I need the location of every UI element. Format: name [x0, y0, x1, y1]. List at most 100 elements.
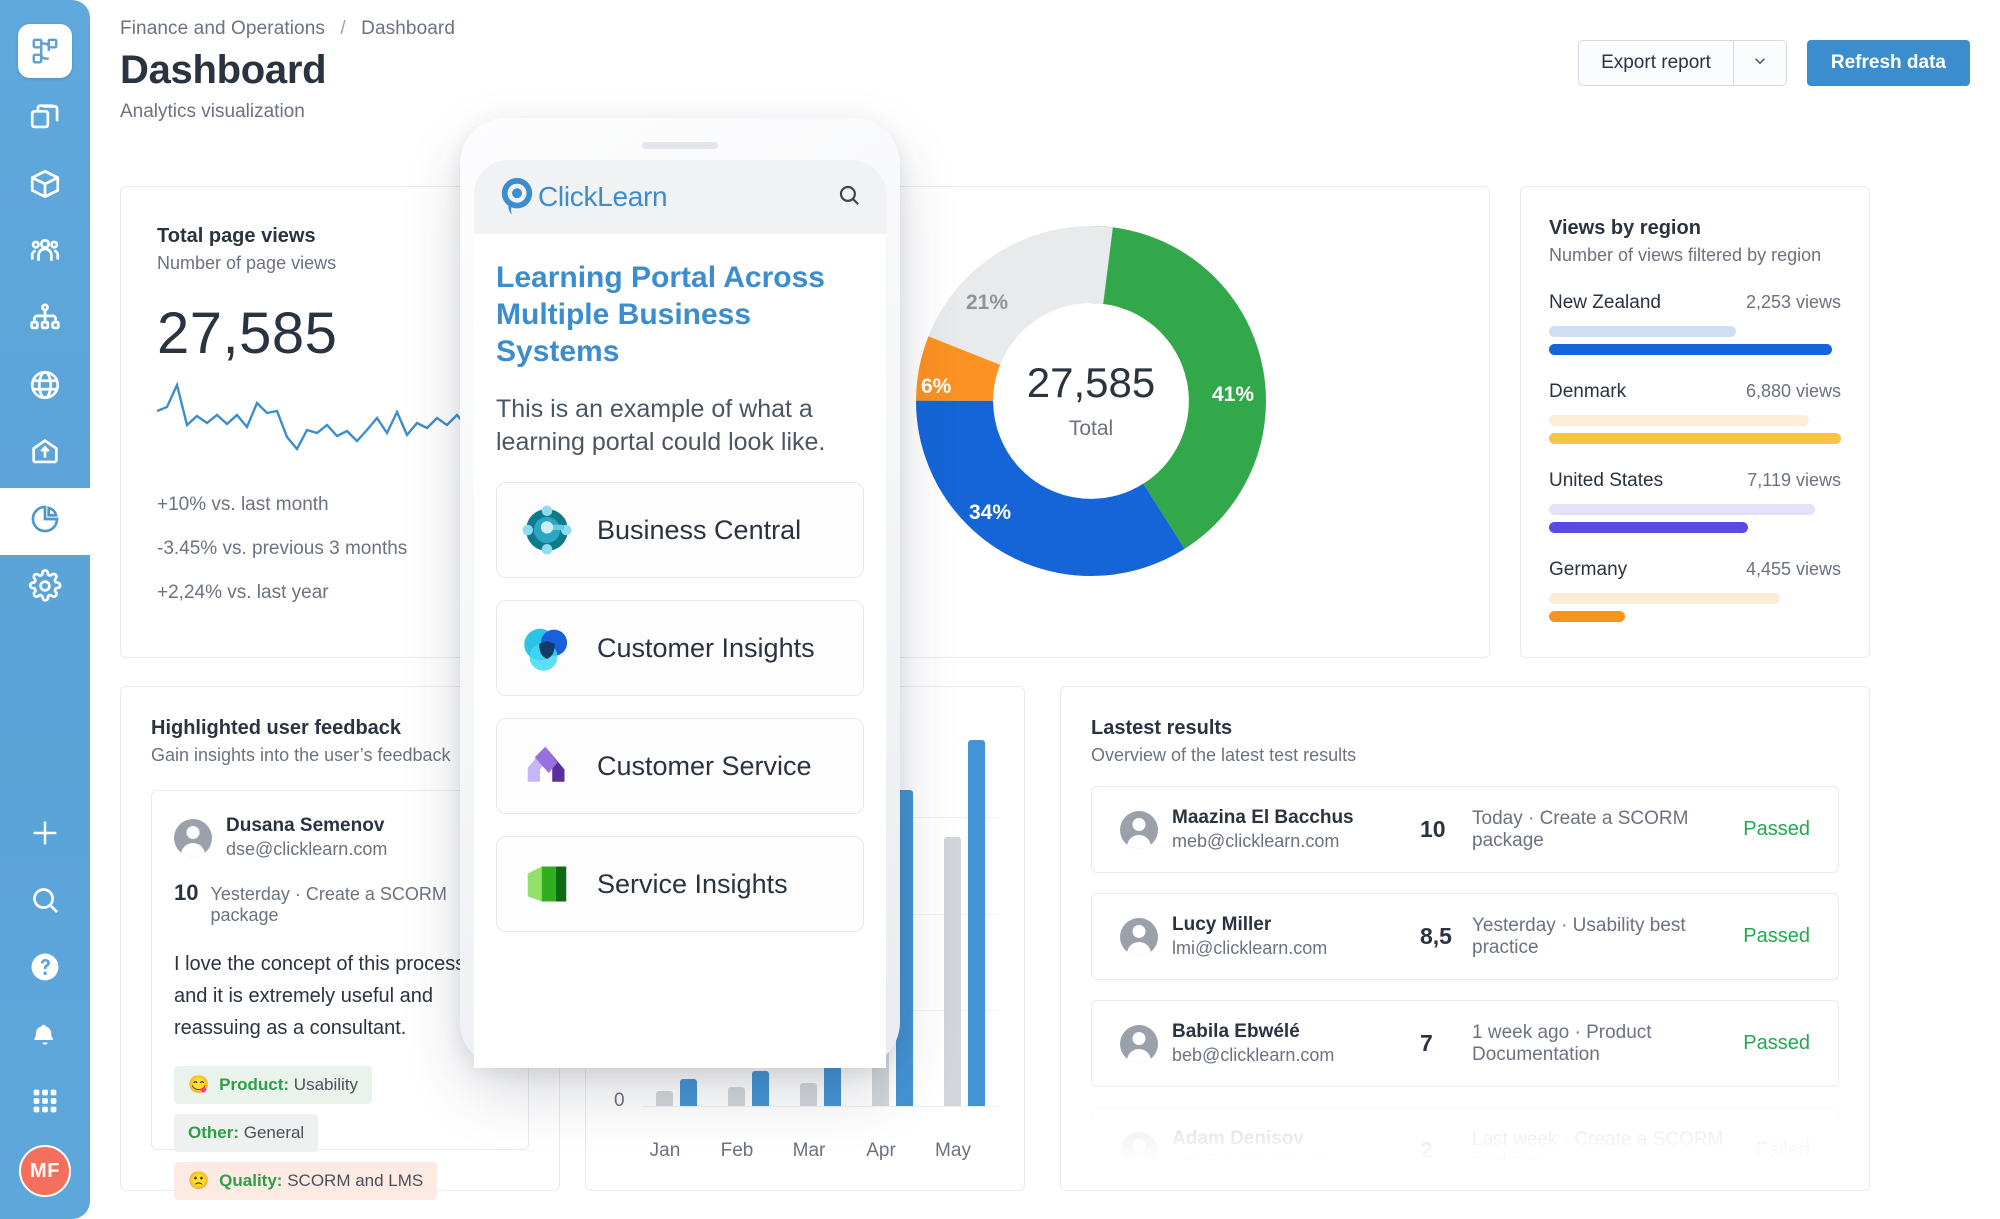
business-central-icon	[519, 502, 575, 558]
result-person-name: Babila Ebwélé	[1172, 1021, 1300, 1042]
globe-icon	[28, 368, 62, 407]
bell-icon	[28, 1017, 62, 1056]
portal-app-label: Customer Service	[597, 750, 812, 781]
refresh-data-button[interactable]: Refresh data	[1806, 40, 1970, 86]
table-row[interactable]: Lucy Miller lmi@clicklearn.com 8,5 Yesterda…	[1091, 893, 1839, 980]
page-views-sparkline	[156, 381, 488, 452]
region-bar-value	[1549, 611, 1625, 622]
card-title: Views by region	[1549, 217, 1701, 239]
status-badge: Passed	[1743, 925, 1810, 947]
sidebar-notifications-button[interactable]	[0, 1003, 90, 1070]
feedback-person: Dusana Semenov dse@clicklearn.com	[174, 815, 506, 860]
portal-app-tile[interactable]: Customer Service	[496, 718, 864, 815]
bar-chart-xlabel: Jan	[649, 1140, 681, 1161]
feedback-tag[interactable]: Other: General	[174, 1114, 319, 1152]
card-title: Lastest results	[1091, 717, 1233, 739]
tag-emoji-icon: 🙁	[188, 1171, 210, 1190]
result-person-name: Lucy Miller	[1172, 914, 1272, 935]
region-name: Denmark	[1549, 381, 1627, 402]
tag-value: General	[243, 1123, 305, 1142]
phone-mockup: ClickLearn Learning Portal Across Multip…	[460, 118, 900, 1068]
bar-chart-xlabel: Apr	[866, 1140, 896, 1161]
region-bar-track	[1549, 504, 1815, 515]
donut-center-label: Total	[1068, 417, 1114, 440]
result-person-email: meb@clicklearn.com	[1172, 831, 1340, 851]
sidebar-item-globe[interactable]	[0, 354, 90, 421]
table-row[interactable]: Adam Denisov ade@clicklearn.com 2 Last week…	[1091, 1107, 1839, 1190]
results-list: Maazina El Bacchus meb@clicklearn.com 10 To…	[1091, 786, 1839, 1190]
export-dropdown-toggle[interactable]	[1734, 41, 1786, 85]
sidebar-item-publish[interactable]	[0, 421, 90, 488]
table-row[interactable]: Maazina El Bacchus meb@clicklearn.com 10 To…	[1091, 786, 1839, 873]
region-bar-track	[1549, 326, 1736, 337]
export-report-button[interactable]: Export report	[1579, 41, 1734, 85]
page-subtitle: Analytics visualization	[120, 101, 305, 122]
bar	[752, 1071, 769, 1106]
tag-key: Product:	[219, 1075, 290, 1094]
feedback-body: I love the concept of this process, and …	[174, 953, 471, 1039]
tag-emoji-icon: 😋	[188, 1075, 210, 1094]
breadcrumb-separator: /	[340, 18, 346, 39]
feedback-tag[interactable]: 🙁 Quality: SCORM and LMS	[174, 1162, 438, 1200]
avatar	[1120, 1131, 1158, 1170]
result-meta: 1 week ago · Product Documentation	[1472, 1021, 1652, 1065]
portal-topbar: ClickLearn	[474, 160, 886, 234]
sidebar-search-button[interactable]	[0, 869, 90, 936]
result-score: 10	[1420, 816, 1446, 842]
region-views: 7,119 views	[1747, 470, 1841, 490]
portal-app-tile[interactable]: Service Insights	[496, 836, 864, 933]
search-icon[interactable]	[836, 182, 862, 213]
bar-chart-ytick-0: 0	[614, 1090, 625, 1111]
customer-insights-icon	[519, 620, 575, 676]
portal-heading: Learning Portal Across Multiple Business…	[496, 261, 825, 368]
bar	[656, 1090, 673, 1106]
export-report-group: Export report	[1578, 40, 1787, 86]
sidebar-item-users[interactable]	[0, 220, 90, 287]
sidebar-item-package[interactable]	[0, 153, 90, 220]
feedback-tags: 😋 Product: Usability Other: General 🙁 Qualit…	[174, 1066, 506, 1200]
sidebar-apps-button[interactable]	[0, 1070, 90, 1137]
region-row: United States 7,119 views	[1549, 470, 1841, 533]
sidebar-item-copies[interactable]	[0, 86, 90, 153]
feedback-tag[interactable]: 😋 Product: Usability	[174, 1066, 373, 1104]
sidebar: MF	[0, 0, 90, 1219]
header-actions: Export report Refresh data	[1578, 40, 1970, 86]
sidebar-item-workflow[interactable]	[0, 16, 90, 86]
plus-icon	[28, 816, 62, 855]
result-person-name: Adam Denisov	[1172, 1128, 1304, 1149]
result-score: 2	[1420, 1137, 1433, 1163]
avatar	[1120, 917, 1158, 956]
donut-center-value: 27,585	[1026, 359, 1156, 406]
package-icon	[28, 167, 62, 206]
portal-app-label: Business Central	[597, 514, 802, 545]
status-badge: Failed	[1755, 1139, 1810, 1161]
region-row: Denmark 6,880 views	[1549, 381, 1841, 444]
region-bar-value	[1549, 433, 1841, 444]
upload-box-icon	[28, 435, 62, 474]
bar-chart-xlabel: May	[935, 1140, 971, 1161]
bar-group	[944, 721, 990, 1106]
user-avatar[interactable]: MF	[19, 1145, 71, 1197]
chevron-down-icon	[1751, 52, 1769, 75]
users-icon	[28, 234, 62, 273]
region-name: New Zealand	[1549, 292, 1661, 313]
gear-icon	[28, 569, 62, 608]
clicklearn-logo[interactable]: ClickLearn	[498, 176, 668, 218]
sidebar-item-analytics[interactable]	[0, 488, 90, 555]
feedback-person-email: dse@clicklearn.com	[226, 839, 388, 859]
breadcrumb-root[interactable]: Finance and Operations	[120, 18, 325, 39]
portal-app-tile[interactable]: Business Central	[496, 482, 864, 579]
sidebar-help-button[interactable]	[0, 936, 90, 1003]
region-row: New Zealand 2,253 views	[1549, 292, 1841, 355]
table-row[interactable]: Babila Ebwélé beb@clicklearn.com 7 1 week a…	[1091, 1000, 1839, 1087]
portal-app-tile[interactable]: Customer Insights	[496, 600, 864, 697]
clicklearn-wordmark: ClickLearn	[538, 181, 668, 212]
sidebar-item-settings[interactable]	[0, 555, 90, 622]
result-person-email: ade@clicklearn.com	[1172, 1152, 1335, 1172]
tag-key: Other:	[188, 1123, 239, 1142]
sidebar-item-hierarchy[interactable]	[0, 287, 90, 354]
hierarchy-icon	[28, 301, 62, 340]
sidebar-add-button[interactable]	[0, 802, 90, 869]
result-person-email: lmi@clicklearn.com	[1172, 938, 1328, 958]
feedback-score: 10	[174, 880, 199, 905]
